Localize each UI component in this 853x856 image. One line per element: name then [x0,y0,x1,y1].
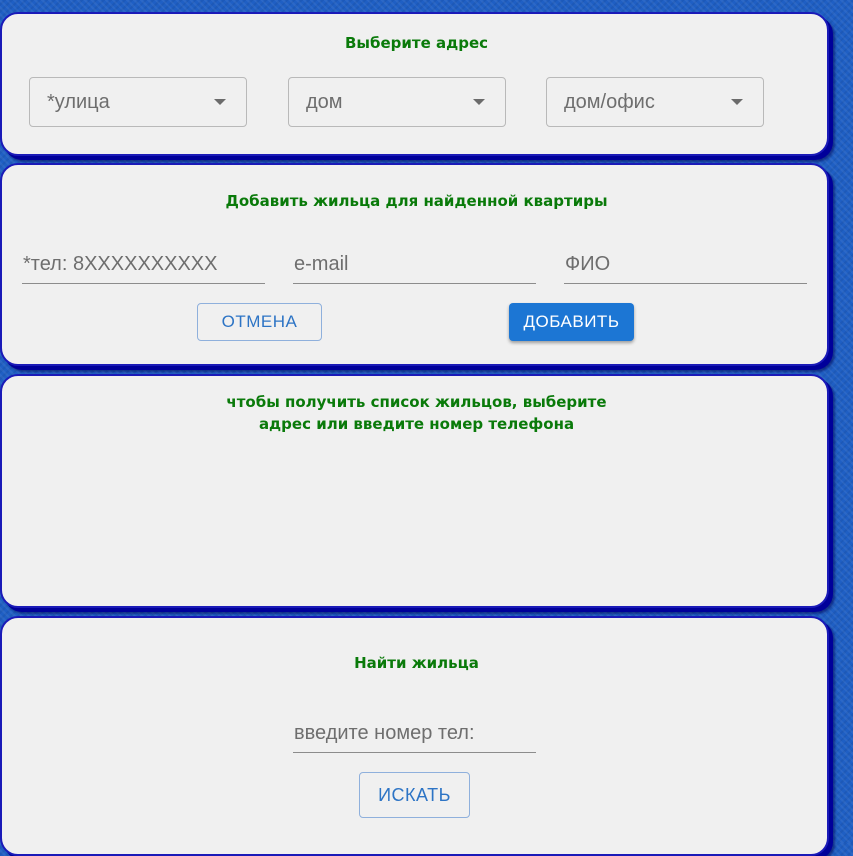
add-resident-title: Добавить жильца для найденной квартиры [225,192,608,210]
resident-email-field[interactable] [293,246,536,284]
resident-phone-field[interactable] [22,246,265,284]
find-resident-title: Найти жильца [354,654,479,672]
caret-down-icon [214,99,226,105]
street-select[interactable]: *улица [29,77,247,127]
add-resident-panel: Добавить жильца для найденной квартиры О… [0,163,829,366]
page: { "address_panel": { "title": "Выберите … [0,0,853,856]
search-phone-field[interactable] [293,715,536,753]
residents-list-panel: чтобы получить список жильцов, выберите … [0,374,829,608]
caret-down-icon [473,99,485,105]
add-button[interactable]: ДОБАВИТЬ [509,303,634,341]
house-select-value: дом [306,91,343,113]
address-panel: Выберите адрес *улица дом дом/офис [0,12,829,156]
residents-message-line2: адрес или введите номер телефона [258,415,575,433]
search-button[interactable]: ИСКАТЬ [359,772,470,818]
resident-name-field[interactable] [564,246,807,284]
find-resident-panel: Найти жильца ИСКАТЬ [0,616,829,856]
house-select[interactable]: дом [288,77,506,127]
residents-message-line1: чтобы получить список жильцов, выберите [226,393,607,411]
address-panel-title: Выберите адрес [344,34,489,52]
cancel-button[interactable]: ОТМЕНА [197,303,322,341]
street-select-value: *улица [47,91,110,113]
caret-down-icon [731,99,743,105]
apartment-select[interactable]: дом/офис [546,77,764,127]
apartment-select-value: дом/офис [564,91,655,113]
